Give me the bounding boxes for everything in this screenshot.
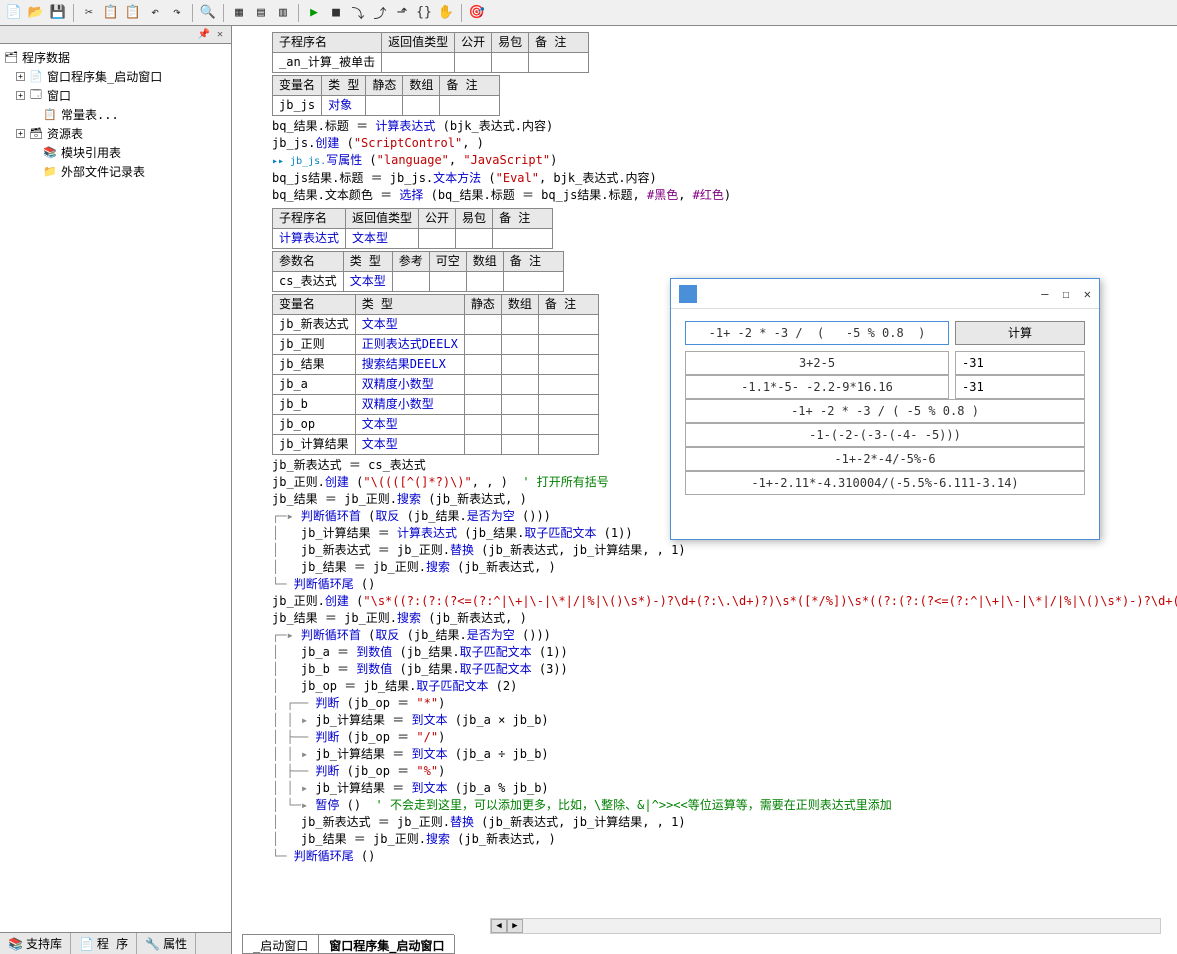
open-icon[interactable]: 📂 (26, 3, 46, 23)
sidebar-tab-prog[interactable]: 📄程 序 (71, 933, 137, 954)
tree-expand-icon[interactable]: + (16, 91, 25, 100)
paste-icon[interactable]: 📋 (123, 3, 143, 23)
run-icon[interactable]: ▶ (304, 3, 324, 23)
tree-item-icon: 📋 (43, 108, 57, 122)
toolbar: 📄 📂 💾 ✂ 📋 📋 ↶ ↷ 🔍 ▦ ▤ ▥ ▶ ■ ⤵ ⤴ ⬏ {} ✋ 🎯 (0, 0, 1177, 26)
sidebar-tab-lib[interactable]: 📚支持库 (0, 933, 71, 954)
expr-button-4[interactable]: -1+-2*-4/-5%-6 (685, 447, 1085, 471)
tree-item-icon: 🗔 (29, 89, 43, 103)
stepover-icon[interactable]: ⤴ (370, 3, 390, 23)
stop-icon[interactable]: ■ (326, 3, 346, 23)
tree-item-label: 外部文件记录表 (61, 163, 145, 180)
sidebar-tabs: 📚支持库 📄程 序 🔧属性 (0, 932, 231, 954)
sidebar-pin-icon[interactable]: 📌 (197, 28, 211, 42)
find-icon[interactable]: 🔍 (198, 3, 218, 23)
expr-button-2[interactable]: -1+ -2 * -3 / ( -5 % 0.8 ) (685, 399, 1085, 423)
table-var2: 变量名类 型静态数组备 注jb_新表达式文本型jb_正则正则表达式DEELXjb… (272, 294, 599, 455)
bottom-tabs: _启动窗口 窗口程序集_启动窗口 (242, 934, 454, 954)
tree-item[interactable]: + 🗔 窗口 (2, 86, 229, 105)
save-icon[interactable]: 💾 (48, 3, 68, 23)
sidebar-close-icon[interactable]: ✕ (213, 28, 227, 42)
hscrollbar[interactable]: ◀▶ (490, 918, 1161, 934)
step-icon[interactable]: ⤵ (348, 3, 368, 23)
table-sub2: 子程序名返回值类型公开易包备 注计算表达式文本型 (272, 208, 553, 249)
minimize-icon[interactable]: — (1041, 287, 1048, 301)
tree-item-icon: 🗃 (29, 127, 43, 141)
tree-root-label: 程序数据 (22, 49, 70, 66)
table-sub1: 子程序名返回值类型公开易包备 注_an_计算_被单击 (272, 32, 589, 73)
undo-icon[interactable]: ↶ (145, 3, 165, 23)
redo-icon[interactable]: ↷ (167, 3, 187, 23)
new-icon[interactable]: 📄 (4, 3, 24, 23)
copy-icon[interactable]: 📋 (101, 3, 121, 23)
tree-item[interactable]: 📁 外部文件记录表 (2, 162, 229, 181)
tree-item-label: 窗口程序集_启动窗口 (47, 68, 162, 85)
close-icon[interactable]: ✕ (1084, 287, 1091, 301)
tree-item-label: 窗口 (47, 87, 71, 104)
popup-window: — ☐ ✕ 计算 3+2-5-31-1.1*-5- -2.2-9*16.16-3… (670, 278, 1100, 540)
tree-item-icon: 📁 (43, 165, 57, 179)
table-var1: 变量名类 型静态数组备 注jb_js对象 (272, 75, 500, 116)
tree-item[interactable]: 📚 模块引用表 (2, 143, 229, 162)
tree-item-label: 资源表 (47, 125, 83, 142)
bottom-tab-2[interactable]: 窗口程序集_启动窗口 (318, 935, 455, 954)
tree-root-icon: 🗂 (4, 51, 18, 65)
tree: 🗂 程序数据 + 📄 窗口程序集_启动窗口 + 🗔 窗口 📋 常量表... + 🗃 资源表 📚 模块引用… (0, 44, 231, 932)
tree-item-label: 常量表... (61, 106, 119, 123)
hand-icon[interactable]: ✋ (436, 3, 456, 23)
table-param: 参数名类 型参考可空数组备 注cs_表达式文本型 (272, 251, 564, 292)
tree-item[interactable]: + 🗃 资源表 (2, 124, 229, 143)
tree-expand-icon[interactable]: + (16, 129, 25, 138)
tree-item-label: 模块引用表 (61, 144, 121, 161)
watch-icon[interactable]: {} (414, 3, 434, 23)
sidebar-tab-prop[interactable]: 🔧属性 (137, 933, 196, 954)
popup-titlebar[interactable]: — ☐ ✕ (671, 279, 1099, 309)
sidebar: 📌 ✕ 🗂 程序数据 +📄窗口程序集_启动窗口+🗔窗口📋常量表...+🗃资源表📚… (0, 26, 232, 954)
calc-button[interactable]: 计算 (955, 321, 1085, 345)
cut-icon[interactable]: ✂ (79, 3, 99, 23)
pane2-icon[interactable]: ▤ (251, 3, 271, 23)
expr-button-5[interactable]: -1+-2.11*-4.310004/(-5.5%-6.111-3.14) (685, 471, 1085, 495)
tree-item[interactable]: + 📄 窗口程序集_启动窗口 (2, 67, 229, 86)
pane3-icon[interactable]: ▥ (273, 3, 293, 23)
expr-button-3[interactable]: -1-(-2-(-3-(-4- -5))) (685, 423, 1085, 447)
stepout-icon[interactable]: ⬏ (392, 3, 412, 23)
popup-icon (679, 285, 697, 303)
result-0: -31 (955, 351, 1085, 375)
bottom-tab-1[interactable]: _启动窗口 (242, 935, 319, 954)
maximize-icon[interactable]: ☐ (1063, 287, 1070, 301)
tree-expand-icon[interactable]: + (16, 72, 25, 81)
expr-button-1[interactable]: -1.1*-5- -2.2-9*16.16 (685, 375, 949, 399)
expression-input[interactable] (685, 321, 949, 345)
expr-button-0[interactable]: 3+2-5 (685, 351, 949, 375)
tree-root[interactable]: 🗂 程序数据 (2, 48, 229, 67)
tree-item-icon: 📚 (43, 146, 57, 160)
target-icon[interactable]: 🎯 (467, 3, 487, 23)
pane1-icon[interactable]: ▦ (229, 3, 249, 23)
tree-item[interactable]: 📋 常量表... (2, 105, 229, 124)
result-1: -31 (955, 375, 1085, 399)
tree-item-icon: 📄 (29, 70, 43, 84)
